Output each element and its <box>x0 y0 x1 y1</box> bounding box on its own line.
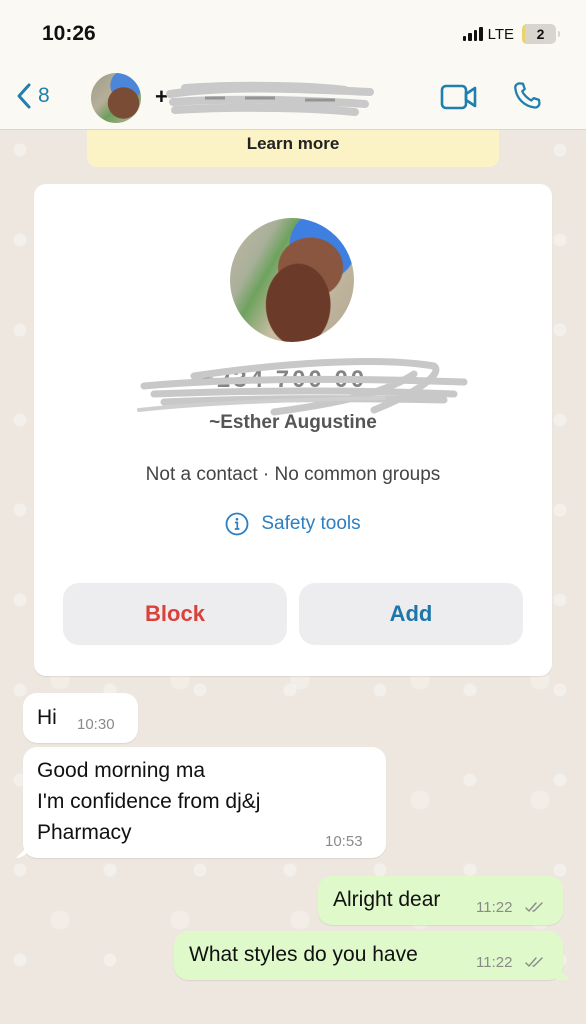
message-text: What styles do you have <box>189 943 418 966</box>
message-time: 10:30 <box>77 716 115 733</box>
message-text: Alright dear <box>333 888 441 911</box>
info-icon <box>225 512 249 536</box>
video-camera-icon <box>440 84 477 110</box>
status-time: 10:26 <box>42 22 96 45</box>
back-button[interactable]: 8 <box>16 82 50 110</box>
redaction-scribble <box>166 81 374 116</box>
battery-level: 2 <box>536 26 545 42</box>
add-contact-button[interactable]: Add <box>299 583 523 645</box>
contact-avatar[interactable] <box>91 73 141 123</box>
learn-more-link[interactable]: Learn more <box>247 134 340 154</box>
signal-strength-icon <box>462 27 483 41</box>
status-indicators: LTE 2 <box>462 24 560 44</box>
chevron-left-icon <box>17 83 31 109</box>
message-incoming[interactable]: Hi 10:30 <box>23 693 138 743</box>
message-outgoing[interactable]: What styles do you have 11:22 <box>174 931 570 980</box>
phone-icon <box>514 82 541 109</box>
message-time: 11:22 <box>476 954 513 971</box>
contact-profile-photo[interactable] <box>230 218 354 342</box>
message-text: Good morning ma I'm confidence from dj&j… <box>37 759 261 844</box>
voice-call-button[interactable] <box>511 80 543 117</box>
block-button[interactable]: Block <box>63 583 287 645</box>
battery-icon: 2 <box>522 24 560 44</box>
contact-push-name: ~Esther Augustine <box>209 412 377 433</box>
unread-count: 8 <box>38 84 50 107</box>
double-check-read-icon <box>525 902 543 912</box>
chat-header: 10:26 LTE 2 8 + <box>0 0 586 130</box>
message-text: Hi <box>37 706 57 729</box>
message-outgoing[interactable]: Alright dear 11:22 <box>318 876 563 925</box>
video-call-button[interactable] <box>440 84 478 115</box>
network-type: LTE <box>487 25 514 43</box>
safety-tools-link[interactable]: Safety tools <box>34 512 552 536</box>
contact-info-card: +234 700 00 ··· ~Esther Augustine Not a … <box>34 184 552 676</box>
double-check-read-icon <box>525 957 543 967</box>
message-time: 11:22 <box>476 899 513 916</box>
message-time: 10:53 <box>325 833 363 850</box>
contact-relationship-status: Not a contact · No common groups <box>145 464 441 485</box>
message-incoming[interactable]: Good morning ma I'm confidence from dj&j… <box>16 747 386 858</box>
